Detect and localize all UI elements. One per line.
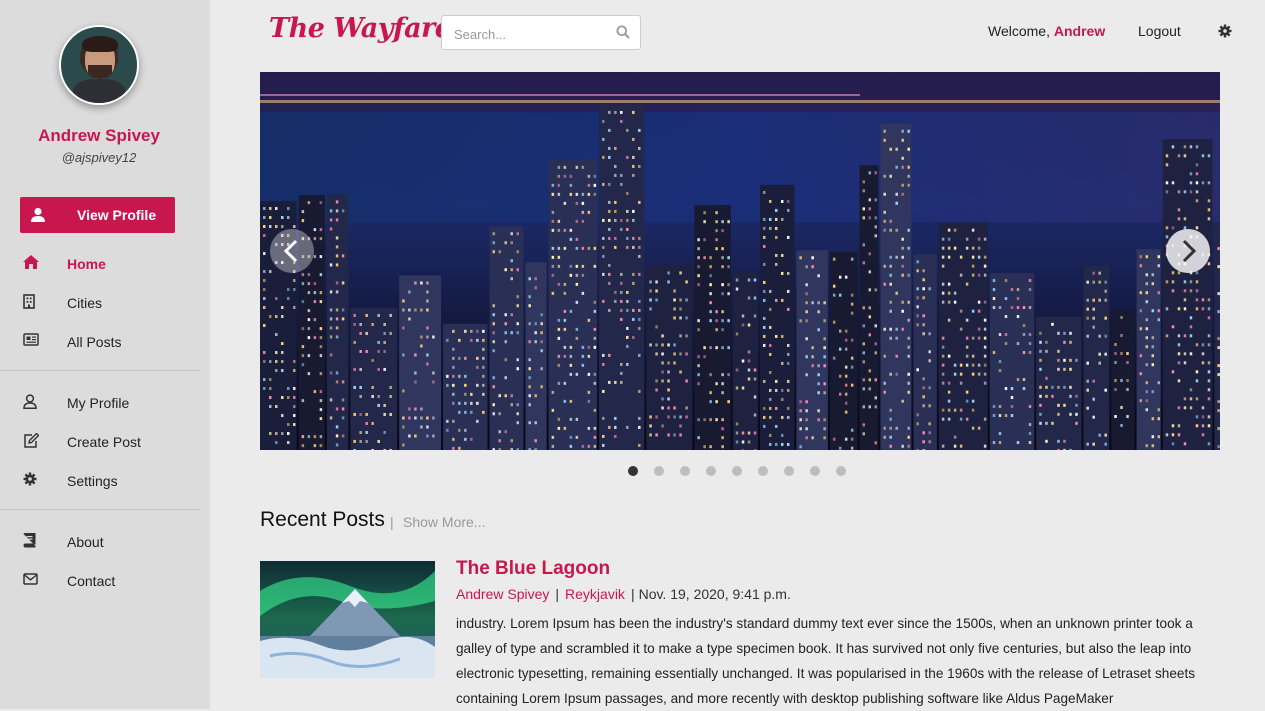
building-icon — [23, 294, 39, 310]
carousel-indicator-dot[interactable] — [810, 466, 820, 476]
edit-icon — [23, 432, 40, 449]
sidebar-item-all-posts[interactable]: All Posts — [0, 327, 200, 357]
post-date: Nov. 19, 2020, 9:41 p.m. — [638, 586, 791, 602]
sidebar-item-label: Home — [67, 256, 106, 272]
home-icon — [23, 255, 39, 271]
carousel-next-button[interactable] — [1166, 229, 1210, 273]
post-excerpt: industry. Lorem Ipsum has been the indus… — [456, 616, 1196, 706]
sidebar-item-contact[interactable]: Contact — [0, 566, 200, 596]
carousel-indicator-dot[interactable] — [758, 466, 768, 476]
post-meta: Andrew Spivey | Reykjavik | Nov. 19, 2020, 9… — [456, 586, 791, 602]
sidebar-item-label: Cities — [67, 295, 103, 311]
sidebar-divider — [0, 509, 200, 510]
carousel-indicator-dot[interactable] — [654, 466, 664, 476]
sidebar-item-label: About — [67, 534, 104, 550]
envelope-icon — [23, 572, 39, 588]
meta-separator: | — [630, 586, 635, 602]
sidebar-item-my-profile[interactable]: My Profile — [0, 388, 200, 418]
user-handle: @ajspivey12 — [61, 150, 137, 165]
avatar[interactable] — [59, 25, 139, 105]
logout-link[interactable]: Logout — [1138, 23, 1181, 39]
city-night-image — [260, 72, 1220, 450]
search-input[interactable] — [452, 23, 606, 45]
carousel-prev-button[interactable] — [270, 229, 314, 273]
sidebar-item-about[interactable]: About — [0, 527, 200, 557]
recent-posts-heading: Recent Posts — [260, 508, 385, 531]
meta-separator: | — [555, 586, 560, 602]
sidebar-item-label: Create Post — [67, 434, 141, 450]
hero-carousel[interactable] — [260, 72, 1220, 450]
carousel-indicator-dot[interactable] — [680, 466, 690, 476]
post-thumbnail[interactable] — [260, 561, 435, 678]
sidebar-item-settings[interactable]: Settings — [0, 466, 200, 496]
post-title[interactable]: The Blue Lagoon — [456, 558, 610, 580]
carousel-indicator-dot[interactable] — [706, 466, 716, 476]
sidebar-item-cities[interactable]: Cities — [0, 288, 200, 318]
carousel-indicator-dot[interactable] — [784, 466, 794, 476]
view-profile-button[interactable]: View Profile — [20, 197, 175, 233]
sidebar-item-label: Settings — [67, 473, 118, 489]
user-name: Andrew Spivey — [38, 126, 160, 145]
welcome-text: Welcome, Andrew — [988, 23, 1105, 39]
sidebar-item-label: My Profile — [67, 395, 130, 411]
sidebar-item-label: Contact — [67, 573, 116, 589]
welcome-prefix: Welcome, — [988, 23, 1054, 39]
sidebar-item-label: All Posts — [67, 334, 122, 350]
carousel-indicator-dot[interactable] — [836, 466, 846, 476]
search-icon[interactable] — [616, 25, 630, 44]
site-logo[interactable]: The Wayfarer — [269, 13, 466, 44]
settings-gear-icon[interactable] — [1218, 24, 1232, 43]
user-icon — [23, 394, 39, 410]
search-box — [441, 15, 641, 50]
post-author-link[interactable]: Andrew Spivey — [456, 586, 549, 602]
sidebar: Andrew Spivey @ajspivey12 View Profile H… — [0, 0, 210, 709]
user-icon — [31, 207, 45, 226]
sidebar-item-home[interactable]: Home — [0, 249, 200, 279]
newspaper-icon — [23, 333, 39, 349]
carousel-indicator-dot[interactable] — [628, 466, 638, 476]
gear-icon — [23, 472, 39, 488]
welcome-username[interactable]: Andrew — [1054, 23, 1105, 39]
heading-separator: | — [390, 514, 394, 530]
sidebar-divider — [0, 370, 200, 371]
book-icon — [23, 533, 39, 549]
carousel-indicator-dot[interactable] — [732, 466, 742, 476]
sidebar-item-create-post[interactable]: Create Post — [0, 427, 200, 457]
post-city-link[interactable]: Reykjavik — [565, 586, 625, 602]
view-profile-label: View Profile — [77, 207, 157, 223]
show-more-link[interactable]: Show More... — [403, 514, 485, 530]
